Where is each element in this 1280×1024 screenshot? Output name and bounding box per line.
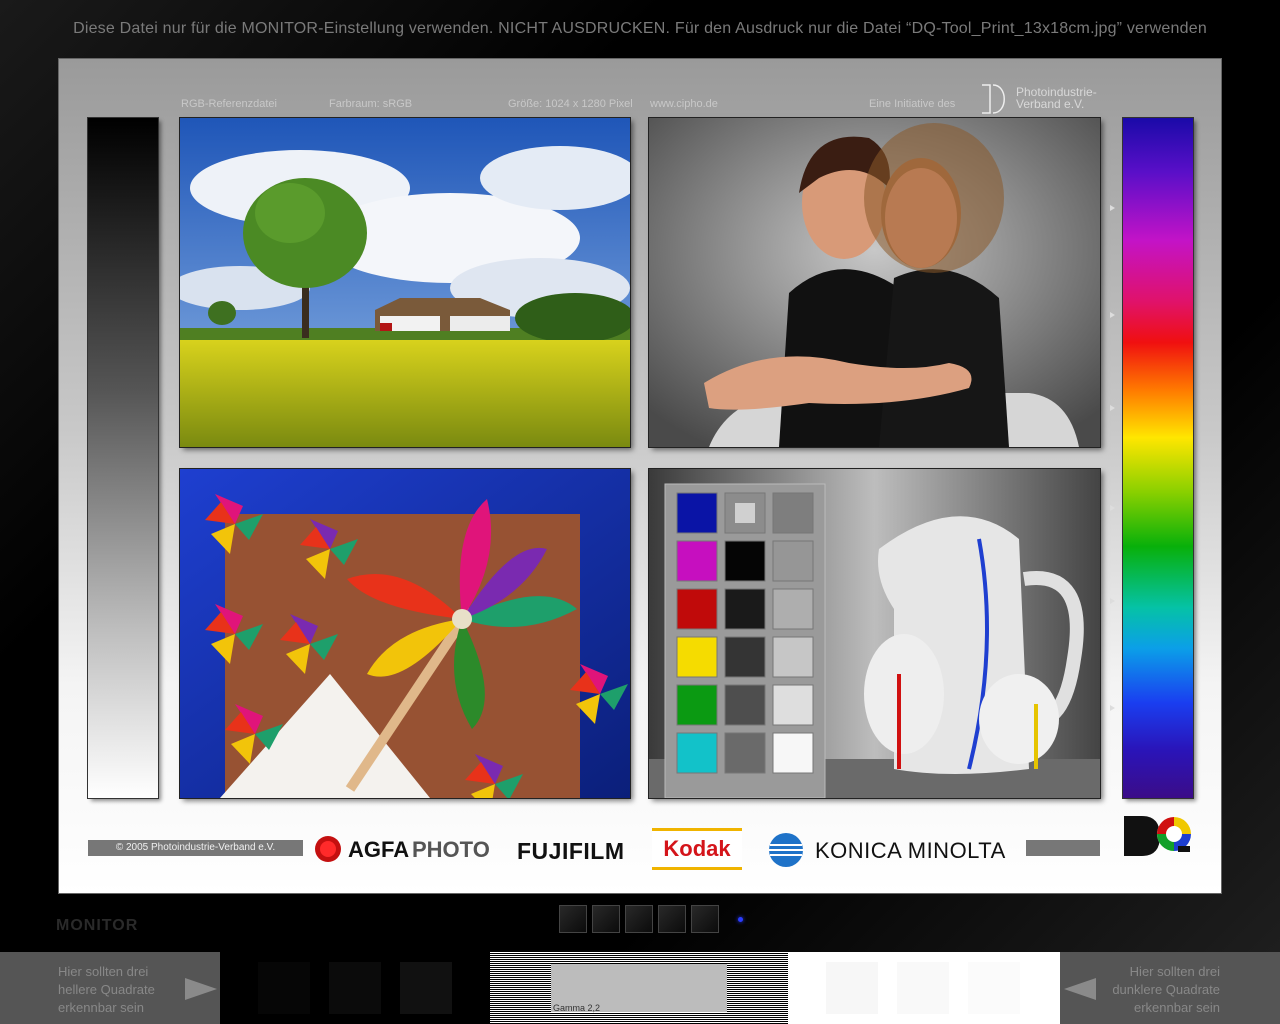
- colorchart-still-life-photo: [649, 469, 1100, 798]
- color-patch: [772, 588, 814, 630]
- monitor-brand-label: MONITOR: [56, 917, 139, 934]
- agfa-text: AGFA: [348, 837, 409, 862]
- color-patch: [772, 492, 814, 534]
- power-led-icon: [738, 917, 743, 922]
- photo-text: PHOTO: [412, 837, 490, 862]
- light-patch-1: [826, 962, 878, 1014]
- spectrum-tick: [1110, 205, 1115, 211]
- konica-minolta-text: KONICA MINOLTA: [815, 838, 1006, 863]
- hint-right-text: Hier sollten drei dunklere Quadrate erke…: [1112, 964, 1220, 1015]
- landscape-photo: [180, 118, 630, 447]
- color-patch: [772, 636, 814, 678]
- monitor-button-1[interactable]: [559, 905, 587, 933]
- color-patch: [772, 684, 814, 726]
- arrow-left-icon: [1064, 978, 1096, 1005]
- org-name-line2: Verband e.V.: [1016, 97, 1085, 111]
- organization-name: Photoindustrie- Verband e.V.: [1016, 86, 1097, 110]
- color-patch: [676, 540, 718, 582]
- monitor-button-4[interactable]: [658, 905, 686, 933]
- color-patch: [724, 588, 766, 630]
- color-patch: [676, 492, 718, 534]
- initiative-label: Eine Initiative des: [869, 98, 956, 110]
- color-patch: [772, 732, 814, 774]
- color-patch: [676, 684, 718, 726]
- copyright-bar: © 2005 Photoindustrie-Verband e.V.: [88, 840, 303, 856]
- hint-left-panel: Hier sollten drei hellere Quadrate erken…: [0, 952, 220, 1024]
- kodak-logo: Kodak: [652, 828, 742, 870]
- print-warning-text: Diese Datei nur für die MONITOR-Einstell…: [73, 20, 1207, 37]
- spectrum-tick: [1110, 598, 1115, 604]
- fujifilm-logo: FUJIFILM: [517, 838, 625, 864]
- hint-left-text: Hier sollten drei hellere Quadrate erken…: [58, 964, 155, 1015]
- color-patch: [724, 684, 766, 726]
- color-patch: [772, 540, 814, 582]
- pinwheel-photo: [180, 469, 630, 798]
- dq-logo: [1122, 814, 1194, 863]
- photoindustrie-logo-icon: [980, 84, 1010, 114]
- light-patch-3: [968, 962, 1020, 1014]
- light-patch-2: [897, 962, 949, 1014]
- agfaphoto-logo: AGFA PHOTO: [314, 834, 490, 869]
- kodak-band-bottom: [652, 867, 742, 870]
- portrait-photo: [649, 118, 1100, 447]
- gamma-label: Gamma 2,2: [553, 1003, 601, 1013]
- color-patch-inner: [735, 503, 755, 523]
- black-level-patches: [220, 952, 490, 1024]
- color-patch: [676, 588, 718, 630]
- color-patch: [724, 636, 766, 678]
- monitor-button-2[interactable]: [592, 905, 620, 933]
- color-spectrum-bar: [1123, 118, 1193, 798]
- color-patch: [724, 540, 766, 582]
- kodak-text: Kodak: [663, 836, 731, 861]
- spectrum-tick: [1110, 705, 1115, 711]
- kodak-band-top: [652, 828, 742, 831]
- dark-patch-1: [258, 962, 310, 1014]
- white-level-patches: [788, 952, 1060, 1024]
- hint-right-panel: Hier sollten drei dunklere Quadrate erke…: [1060, 952, 1280, 1024]
- spectrum-tick: [1110, 405, 1115, 411]
- website-label: www.cipho.de: [650, 98, 718, 110]
- gamma-test-zone: Gamma 2,2: [490, 952, 788, 1024]
- spectrum-tick: [1110, 312, 1115, 318]
- dark-patch-3: [400, 962, 452, 1014]
- color-patch: [676, 636, 718, 678]
- file-type-label: RGB-Referenzdatei: [181, 98, 277, 110]
- color-patch: [676, 732, 718, 774]
- color-patch: [724, 732, 766, 774]
- arrow-right-icon: [185, 978, 217, 1005]
- monitor-button-3[interactable]: [625, 905, 653, 933]
- spectrum-tick: [1110, 505, 1115, 511]
- decorative-gray-bar: [1026, 840, 1100, 856]
- grayscale-gradient-bar: [88, 118, 158, 798]
- dark-patch-2: [329, 962, 381, 1014]
- color-space-label: Farbraum: sRGB: [329, 98, 413, 110]
- monitor-button-5[interactable]: [691, 905, 719, 933]
- image-size-label: Größe: 1024 x 1280 Pixel: [508, 98, 633, 110]
